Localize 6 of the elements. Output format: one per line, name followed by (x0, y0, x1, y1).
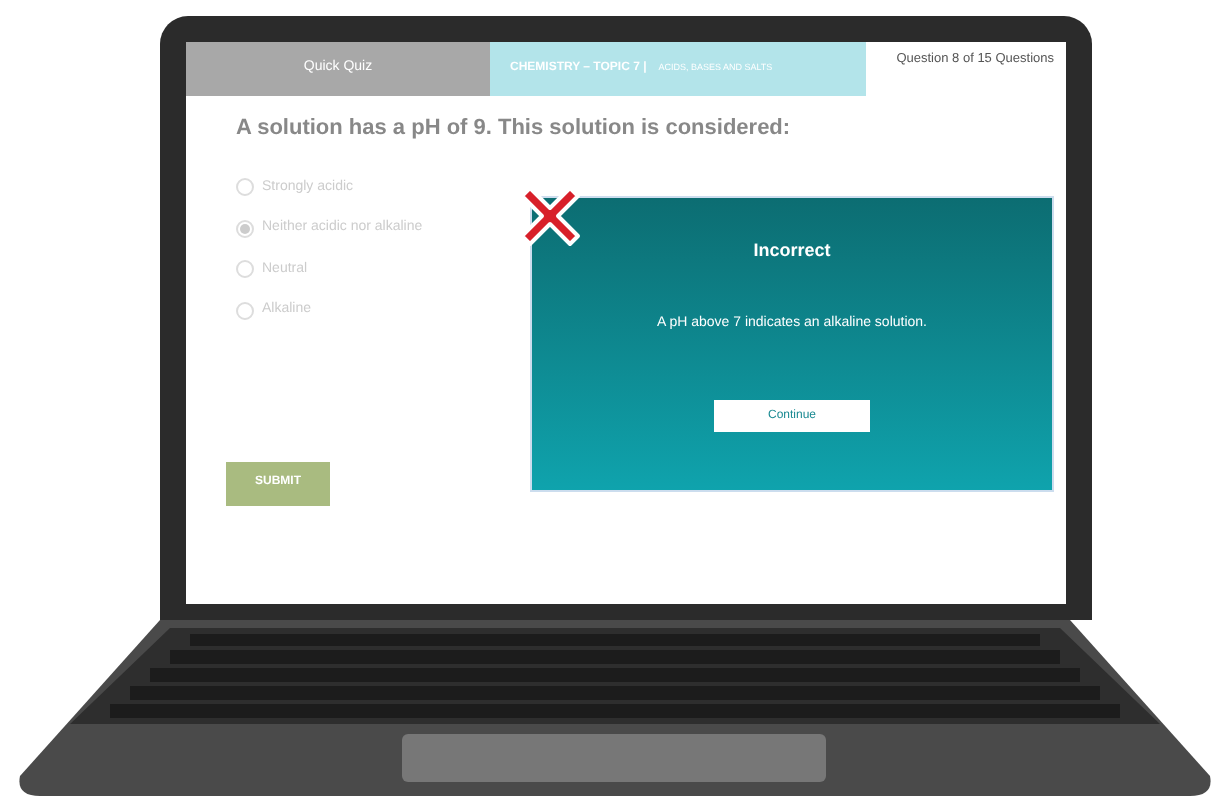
question-text: A solution has a pH of 9. This solution is considered: (236, 114, 793, 144)
radio-button[interactable] (236, 219, 254, 238)
radio-button[interactable] (236, 178, 254, 197)
feedback-title: Incorrect (753, 238, 831, 264)
radio-button[interactable] (236, 260, 254, 279)
radio-button[interactable] (236, 301, 254, 320)
